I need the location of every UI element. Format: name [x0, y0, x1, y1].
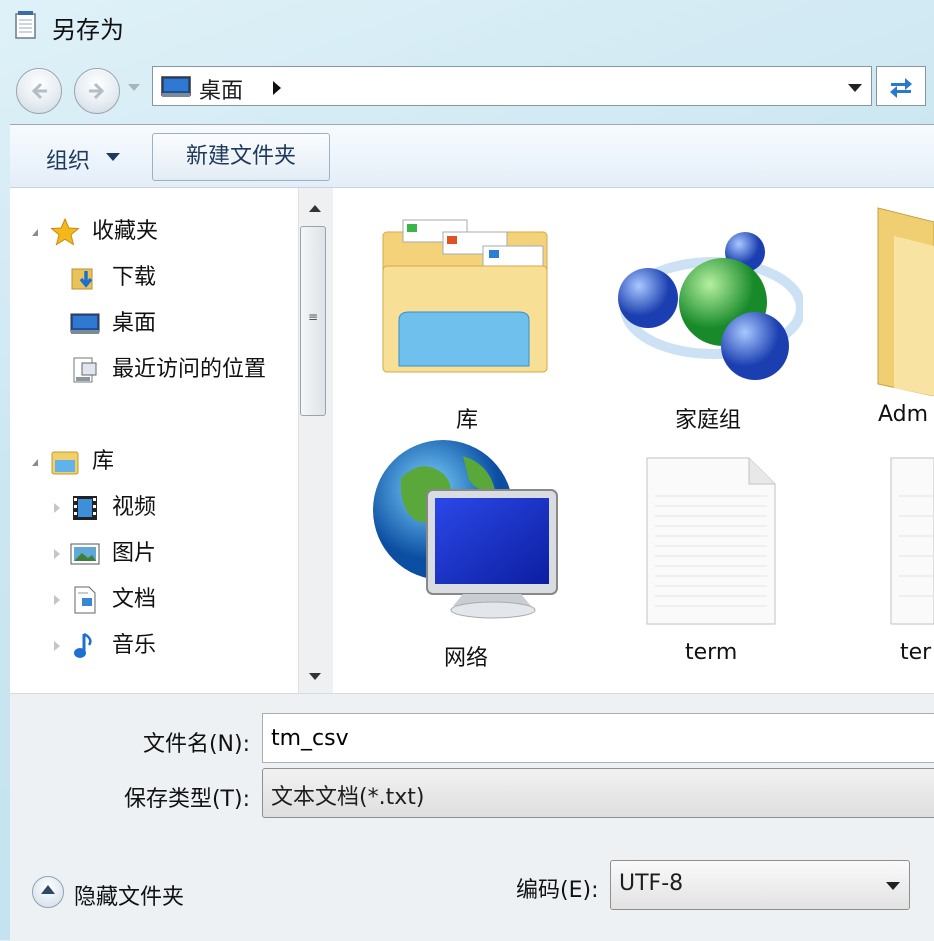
file-item-term[interactable] — [645, 456, 777, 630]
nav-item-label: 下载 — [112, 265, 157, 290]
arrow-right-icon — [89, 82, 105, 100]
file-label: 库 — [456, 408, 479, 433]
file-list: 库 家庭组 Adm 网络 term ter — [333, 188, 934, 693]
file-item-ter[interactable] — [889, 456, 934, 630]
address-path[interactable]: 桌面 — [199, 73, 243, 105]
filename-input[interactable] — [262, 713, 934, 763]
desktop-icon — [161, 76, 191, 102]
recent-pages-dropdown[interactable] — [128, 84, 140, 91]
new-folder-button[interactable]: 新建文件夹 — [152, 133, 330, 181]
text-file-icon — [890, 457, 934, 625]
nav-libraries-label: 库 — [92, 449, 115, 474]
file-label: 家庭组 — [675, 408, 742, 433]
refresh-icon — [890, 78, 912, 98]
file-item-user-folder[interactable] — [874, 206, 934, 400]
back-button[interactable] — [16, 68, 62, 114]
nav-item-label: 视频 — [112, 495, 157, 520]
chevron-up-icon — [41, 885, 55, 894]
forward-button[interactable] — [74, 68, 120, 114]
file-item-libraries[interactable] — [379, 216, 551, 380]
scroll-up-icon[interactable] — [309, 205, 321, 212]
file-label: term — [685, 640, 738, 665]
star-icon — [50, 217, 80, 247]
address-dropdown-icon[interactable] — [848, 84, 862, 92]
music-icon — [70, 631, 100, 661]
organize-menu[interactable]: 组织 — [46, 143, 90, 175]
nav-item-label: 图片 — [112, 541, 157, 566]
video-icon — [70, 493, 100, 523]
nav-item-label: 桌面 — [112, 311, 157, 336]
encoding-select[interactable]: UTF-8 — [610, 860, 910, 910]
command-bar — [10, 125, 934, 188]
breadcrumb-chevron-icon[interactable] — [273, 81, 281, 95]
hide-folders-label[interactable]: 隐藏文件夹 — [74, 879, 184, 911]
filetype-label: 保存类型(T): — [123, 787, 250, 812]
libraries-icon — [50, 447, 80, 477]
filetype-select[interactable]: 文本文档(*.txt) — [262, 768, 934, 818]
file-label: Adm — [878, 402, 929, 427]
nav-item-label: 音乐 — [112, 633, 157, 658]
homegroup-icon — [618, 232, 806, 380]
expand-video-icon[interactable] — [54, 503, 60, 513]
libraries-folder-icon — [382, 219, 548, 373]
expand-libraries-icon[interactable] — [32, 459, 38, 466]
grip-icon: ≡ — [308, 310, 319, 324]
window-title: 另存为 — [52, 16, 124, 44]
network-icon — [373, 440, 558, 619]
expand-pictures-icon[interactable] — [54, 549, 60, 559]
arrow-left-icon — [31, 82, 47, 100]
chevron-down-icon[interactable] — [886, 882, 900, 890]
user-folder-icon — [877, 207, 934, 397]
scroll-down-icon[interactable] — [309, 673, 321, 680]
refresh-button[interactable] — [876, 66, 926, 106]
navigation-pane: 收藏夹 下载 桌面 最近访问的位置 库 视频 图片 文档 音乐 — [10, 188, 298, 693]
hide-folders-button[interactable] — [32, 876, 64, 908]
expand-favorites-icon[interactable] — [32, 229, 38, 236]
address-bar[interactable]: 桌面 — [152, 66, 872, 106]
notepad-icon — [14, 10, 38, 40]
filename-label: 文件名(N): — [142, 732, 250, 757]
download-folder-icon — [70, 263, 100, 293]
text-file-icon — [646, 457, 776, 625]
nav-favorites-label: 收藏夹 — [92, 219, 159, 244]
recent-places-icon — [70, 355, 100, 385]
desktop-icon — [70, 309, 100, 339]
file-label: 网络 — [444, 646, 489, 671]
expand-music-icon[interactable] — [54, 641, 60, 651]
file-item-homegroup[interactable] — [613, 228, 806, 392]
nav-item-label: 文档 — [112, 587, 157, 612]
encoding-label: 编码(E): — [516, 878, 599, 903]
expand-documents-icon[interactable] — [54, 595, 60, 605]
nav-item-label: 最近访问的位置 — [112, 357, 267, 382]
picture-icon — [70, 539, 100, 569]
file-item-network[interactable] — [371, 438, 561, 642]
file-label: ter — [900, 640, 932, 665]
document-icon — [70, 585, 100, 615]
organize-dropdown-icon[interactable] — [106, 153, 120, 161]
